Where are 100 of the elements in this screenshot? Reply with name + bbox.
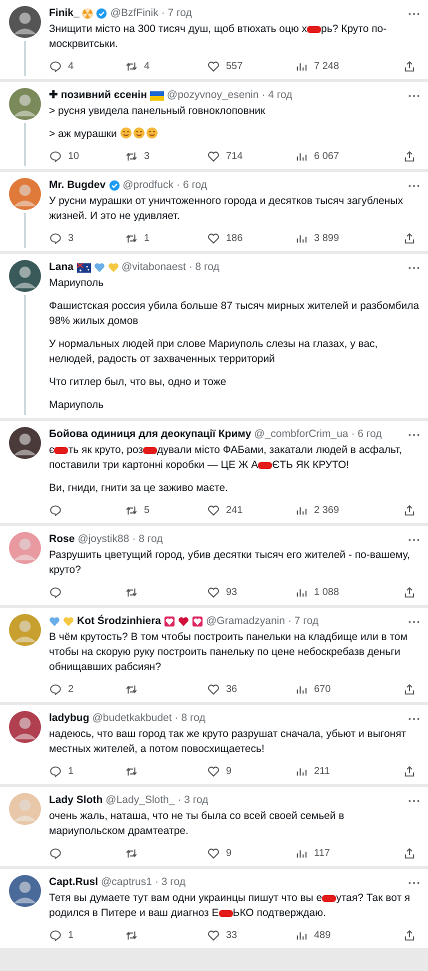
author-name[interactable]: Lady Sloth [49, 793, 103, 808]
repost-count: 5 [144, 504, 150, 516]
share-icon[interactable] [403, 846, 416, 860]
timestamp[interactable]: · 7 год [161, 6, 192, 21]
handle[interactable]: @_combforCrim_ua [254, 427, 348, 442]
more-icon[interactable] [408, 716, 420, 720]
handle[interactable]: @pozyvnoy_esenin [166, 88, 259, 103]
like-icon[interactable] [207, 150, 220, 162]
author-name[interactable]: Capt.Rusl [49, 875, 98, 890]
reply-icon[interactable] [49, 504, 62, 516]
repost-count: 3 [144, 150, 150, 162]
timestamp[interactable]: · 3 год [154, 875, 186, 890]
tweet-text: Фашистская россия убила больше 87 тысяч мирных жителей и разбомбила 98% жилых домов [49, 299, 420, 329]
more-icon[interactable] [408, 798, 420, 802]
view-count: 7 248 [314, 60, 340, 72]
repost-icon[interactable] [125, 928, 138, 942]
more-icon[interactable] [408, 432, 420, 436]
author-name[interactable]: Бойова одиниця для деокупації Криму [49, 427, 252, 442]
author-name[interactable]: Kot Środzinhiera [77, 614, 162, 629]
repost-count: 4 [144, 60, 150, 72]
repost-icon[interactable] [125, 586, 138, 598]
reply-icon[interactable] [49, 682, 62, 696]
timestamp[interactable]: · 4 год [262, 88, 292, 103]
tweet-text: є ть як круто, роз дували місто ФАБами, закатали людей в асфальт, поставили три картонні коробки — ЦЕ Ж А ЄТЬ ЯК КРУТО! [49, 443, 403, 473]
reply-count: 2 [68, 684, 74, 694]
timestamp[interactable]: · 6 год [176, 178, 208, 193]
timestamp[interactable]: · 8 год [132, 532, 163, 547]
more-icon[interactable] [408, 184, 420, 188]
timestamp[interactable]: · 7 год [288, 614, 318, 629]
view-count: 117 [314, 848, 330, 858]
reply-icon[interactable] [49, 928, 62, 942]
handle[interactable]: @budetkakbudet [92, 711, 172, 726]
reply-icon[interactable] [49, 586, 62, 598]
reply-icon[interactable] [49, 60, 62, 72]
tweet-text: Знищити місто на 300 тисяч душ, щоб втюхать оцю х рь? Круто по-москрвитськи. [49, 22, 388, 52]
like-count: 9 [226, 848, 232, 858]
author-name[interactable]: Finik_ [49, 6, 80, 21]
more-icon[interactable] [408, 266, 420, 270]
repost-icon[interactable] [125, 682, 138, 696]
tweet-text: У нормальных людей при слове Мариуполь слезы на глазах, у вас, нелюдей, радость от захваченных территорий [49, 337, 379, 367]
handle[interactable]: @Gramadzyanin [206, 614, 285, 629]
author-name[interactable]: ladybug [49, 711, 90, 726]
timestamp[interactable]: · 8 год [188, 260, 220, 275]
handle[interactable]: @prodfuck [122, 178, 174, 193]
smiley-icon [132, 127, 145, 139]
like-icon[interactable] [207, 504, 220, 516]
like-icon[interactable] [207, 232, 220, 244]
tweet-text: Мариуполь [49, 276, 105, 291]
timestamp[interactable]: · 6 год [351, 427, 382, 442]
share-icon[interactable] [403, 504, 416, 516]
like-count: 36 [226, 684, 238, 694]
handle[interactable]: @captrus1 [101, 875, 152, 890]
handle[interactable]: @Lady_Sloth_ [106, 793, 175, 808]
author-name[interactable]: Mr. Bugdev [49, 178, 106, 193]
author-name[interactable]: Lana [49, 260, 74, 275]
handle[interactable]: @joystik88 [78, 532, 130, 547]
smiley-icon [146, 127, 158, 139]
reply-icon[interactable] [49, 764, 62, 778]
share-icon[interactable] [403, 150, 416, 162]
like-icon[interactable] [207, 586, 220, 598]
repost-icon[interactable] [125, 504, 138, 516]
repost-icon[interactable] [125, 60, 138, 72]
reply-count: 1 [68, 766, 74, 776]
reply-icon[interactable] [49, 232, 62, 244]
smiley-icon [120, 127, 132, 139]
like-icon[interactable] [207, 928, 220, 942]
tweet-text: Разрушить цветущий город, убив десятки тысяч его жителей - по-вашему, круто? [49, 548, 411, 578]
share-icon[interactable] [403, 60, 416, 72]
like-icon[interactable] [207, 764, 220, 778]
share-icon[interactable] [403, 232, 416, 244]
reply-icon[interactable] [49, 846, 62, 860]
repost-icon[interactable] [125, 764, 138, 778]
more-icon[interactable] [408, 620, 420, 624]
view-count: 211 [314, 766, 330, 776]
repost-icon[interactable] [125, 150, 138, 162]
more-icon[interactable] [408, 880, 420, 884]
repost-icon[interactable] [125, 846, 138, 860]
author-name[interactable]: ✚ позивний єсенін [49, 88, 147, 103]
more-icon[interactable] [408, 538, 420, 542]
author-name[interactable]: Rose [49, 532, 75, 547]
timestamp[interactable]: · 8 год [174, 711, 206, 726]
like-icon[interactable] [207, 682, 220, 696]
view-count: 2 369 [314, 504, 340, 516]
more-icon[interactable] [408, 12, 420, 16]
share-icon[interactable] [403, 586, 416, 598]
share-icon[interactable] [403, 682, 416, 696]
timestamp[interactable]: · 3 год [178, 793, 208, 808]
view-count: 3 899 [314, 232, 340, 244]
like-icon[interactable] [207, 846, 220, 860]
more-icon[interactable] [408, 94, 420, 98]
share-icon[interactable] [403, 928, 416, 942]
handle[interactable]: @BzfFinik [110, 6, 158, 21]
tweet-text: > русня увидела панельный говноклоповник [49, 104, 266, 119]
handle[interactable]: @vitabonaest [122, 260, 186, 275]
like-icon[interactable] [207, 60, 220, 72]
repost-icon[interactable] [125, 232, 138, 244]
share-icon[interactable] [403, 764, 416, 778]
reply-icon[interactable] [49, 150, 62, 162]
tweet-text: > аж мурашки [49, 127, 420, 142]
like-count: 557 [226, 60, 243, 72]
